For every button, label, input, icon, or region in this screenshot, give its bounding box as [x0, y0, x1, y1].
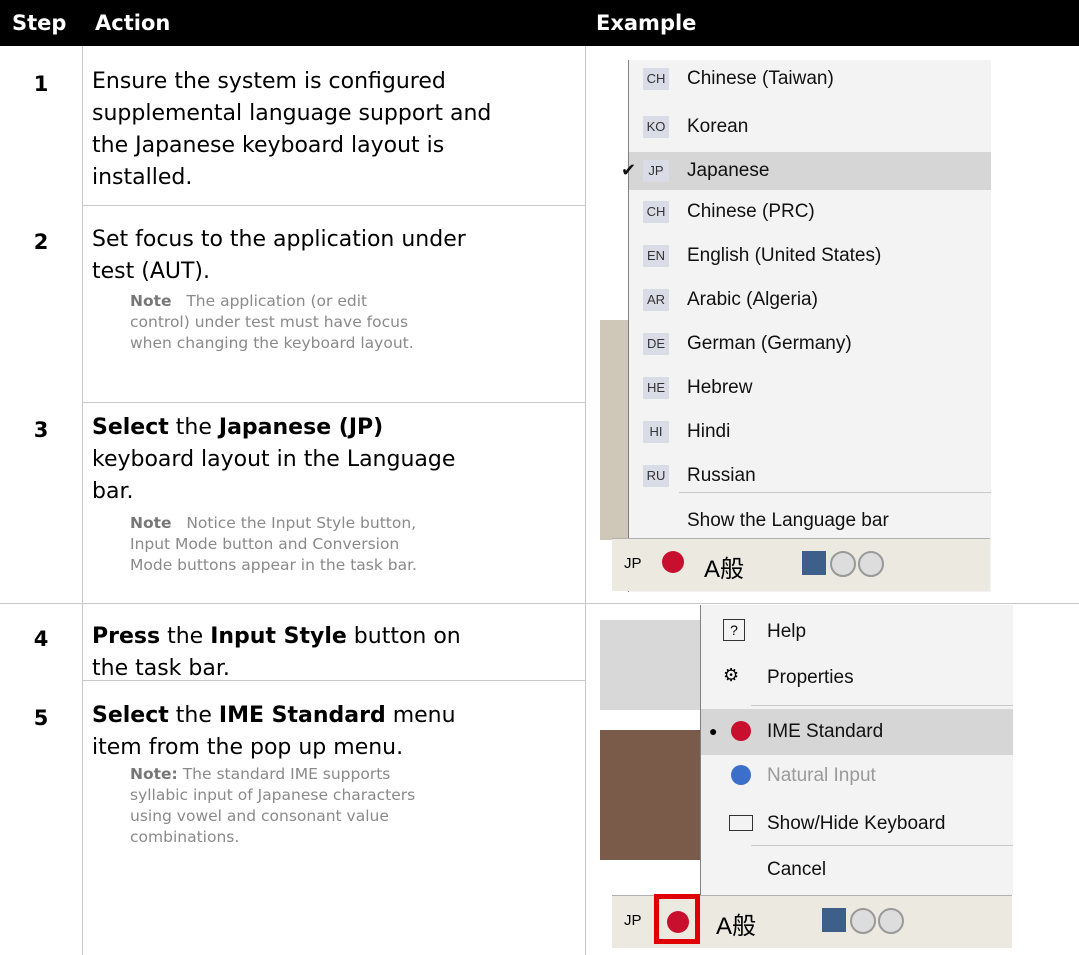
header-example: Example	[596, 11, 697, 35]
step-note: Note Notice the Input Style button, Inpu…	[130, 514, 417, 574]
step-action: Select the IME Standard menu item from t…	[92, 703, 456, 760]
taskbar: JP A般	[612, 894, 1012, 948]
step-action: Set focus to the application under test (…	[92, 227, 466, 284]
checkmark-icon: ✔	[621, 160, 637, 180]
menu-item-natural-input[interactable]: Natural Input	[701, 753, 1013, 799]
header-step: Step	[12, 11, 67, 35]
language-indicator[interactable]: JP	[624, 912, 642, 929]
table-header: Step Action Example	[0, 0, 1079, 46]
tray-icon	[830, 551, 856, 577]
step-action: Select the Japanese (JP) keyboard layout…	[92, 415, 456, 504]
step-action: Ensure the system is configured supplemen…	[92, 69, 492, 190]
menu-item-show-language-bar[interactable]: Show the Language bar	[629, 502, 991, 540]
menu-item-hindi[interactable]: HI Hindi	[629, 413, 991, 451]
input-style-button-highlight[interactable]	[654, 894, 700, 944]
tray-icon	[802, 551, 826, 575]
tray-icon	[858, 551, 884, 577]
menu-item-help[interactable]: ? Help	[701, 609, 1013, 655]
menu-item-chinese-prc[interactable]: CH Chinese (PRC)	[629, 193, 991, 231]
step-number: 5	[33, 706, 49, 730]
header-action: Action	[95, 11, 171, 35]
menu-item-cancel[interactable]: Cancel	[701, 847, 1013, 893]
keyboard-icon	[729, 815, 753, 831]
ime-ball-blue-icon	[731, 765, 751, 785]
tray-icon	[878, 908, 904, 934]
menu-item-chinese-taiwan[interactable]: CH Chinese (Taiwan)	[629, 60, 991, 98]
step-number: 3	[33, 418, 49, 442]
help-icon: ?	[723, 619, 745, 641]
step-action: Press the Input Style button on the task…	[92, 624, 461, 681]
step-number: 2	[33, 230, 49, 254]
menu-item-japanese[interactable]: ✔ JP Japanese	[621, 152, 991, 190]
menu-item-hebrew[interactable]: HE Hebrew	[629, 369, 991, 407]
menu-item-german[interactable]: DE German (Germany)	[629, 325, 991, 363]
input-mode-button[interactable]: A般	[716, 906, 756, 941]
menu-item-korean[interactable]: KO Korean	[629, 108, 991, 146]
menu-item-ime-standard[interactable]: ● IME Standard	[701, 709, 1013, 755]
tray-icon	[850, 908, 876, 934]
input-style-menu: ? Help ⚙ Properties ● IME Standard Natur…	[700, 605, 1013, 895]
menu-item-properties[interactable]: ⚙ Properties	[701, 655, 1013, 701]
step-number: 1	[33, 72, 49, 96]
step-note: Note The application (or edit control) u…	[130, 292, 414, 352]
tray-icon	[822, 908, 846, 932]
input-style-icon[interactable]	[662, 551, 684, 573]
menu-item-russian[interactable]: RU Russian	[629, 457, 991, 495]
input-mode-button[interactable]: A般	[704, 549, 744, 584]
ime-ball-icon	[731, 721, 751, 741]
taskbar: JP A般	[612, 538, 990, 591]
step-note: Note: The standard IME supports syllabic…	[130, 765, 416, 846]
bullet-icon: ●	[709, 723, 718, 739]
menu-item-show-hide-keyboard[interactable]: Show/Hide Keyboard	[701, 801, 1013, 847]
menu-item-arabic[interactable]: AR Arabic (Algeria)	[629, 281, 991, 319]
step-number: 4	[33, 627, 49, 651]
properties-icon: ⚙	[723, 665, 740, 685]
language-indicator[interactable]: JP	[624, 555, 642, 572]
input-style-icon	[667, 911, 689, 933]
language-menu: CH Chinese (Taiwan) KO Korean ✔ JP Japan…	[621, 60, 991, 592]
menu-item-english[interactable]: EN English (United States)	[629, 237, 991, 275]
